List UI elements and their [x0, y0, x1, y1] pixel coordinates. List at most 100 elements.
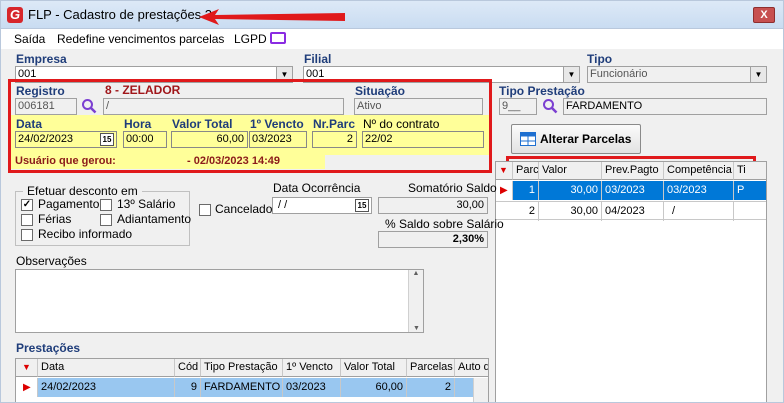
- column-header[interactable]: Valor Total: [341, 359, 407, 377]
- adiantamento-label: Adiantamento: [117, 212, 192, 226]
- situacao-label: Situação: [355, 84, 406, 98]
- filial-select[interactable]: 001 ▼: [303, 66, 580, 83]
- somatorio-value: 30,00: [378, 197, 488, 214]
- menu-saida[interactable]: Saída: [14, 32, 45, 46]
- menu-lgpd[interactable]: LGPD: [234, 32, 267, 46]
- window-title: FLP - Cadastro de prestações 2: [28, 7, 213, 22]
- cell-tipo[interactable]: P: [734, 181, 766, 200]
- tipo-select[interactable]: Funcionário ▼: [587, 66, 767, 83]
- column-header[interactable]: Ti: [734, 162, 766, 180]
- cell-valor[interactable]: 30,00: [539, 202, 602, 221]
- chevron-down-icon[interactable]: ▼: [276, 67, 292, 82]
- column-header[interactable]: Competência: [664, 162, 734, 180]
- sort-indicator-icon: ▼: [496, 162, 513, 180]
- column-header[interactable]: Valor: [539, 162, 602, 180]
- cell-valor[interactable]: 30,00: [539, 181, 602, 200]
- column-header[interactable]: Tipo Prestação: [201, 359, 283, 377]
- cell-tipo[interactable]: [734, 202, 766, 221]
- table-row[interactable]: 2 30,00 04/2023 /: [496, 201, 766, 221]
- tipo-prestacao-code[interactable]: 9__: [499, 98, 537, 115]
- registro-input[interactable]: 006181: [15, 98, 77, 115]
- calendar-icon[interactable]: 15: [100, 133, 114, 146]
- cancelado-label: Cancelado: [215, 202, 273, 216]
- cell-prev-pagto[interactable]: 03/2023: [602, 181, 664, 200]
- cell-parcelas[interactable]: 2: [407, 378, 455, 397]
- adiantamento-checkbox[interactable]: [100, 214, 112, 226]
- valor-total-label: Valor Total: [172, 117, 233, 131]
- pct-saldo-value: 2,30%: [378, 231, 488, 248]
- tipo-label: Tipo: [587, 52, 613, 66]
- data-ocorrencia-input[interactable]: / / 15: [272, 197, 372, 214]
- column-header[interactable]: Prev.Pagto: [602, 162, 664, 180]
- menu-bar: Saída Redefine vencimentos parcelas LGPD: [1, 29, 783, 49]
- table-row[interactable]: ▶ 24/02/2023 9 FARDAMENTO 03/2023 60,00 …: [16, 378, 488, 397]
- primeiro-vencto-input[interactable]: 03/2023: [249, 131, 307, 148]
- cell-tipo-prestacao[interactable]: FARDAMENTO: [201, 378, 283, 397]
- pagamento-checkbox[interactable]: ✓: [21, 199, 33, 211]
- cancelado-checkbox[interactable]: [199, 204, 211, 216]
- monitor-icon[interactable]: [270, 32, 286, 44]
- cell-parc[interactable]: 2: [513, 202, 539, 221]
- decimo-terceiro-label: 13º Salário: [117, 197, 176, 211]
- row-pointer-icon: ▶: [16, 378, 38, 397]
- alterar-parcelas-button[interactable]: Alterar Parcelas: [511, 124, 641, 154]
- registro-name: 8 - ZELADOR: [105, 83, 181, 97]
- ferias-checkbox[interactable]: [21, 214, 33, 226]
- observacoes-textarea[interactable]: ▲ ▼: [15, 269, 424, 333]
- data-label: Data: [16, 117, 43, 131]
- column-header[interactable]: Cód: [175, 359, 201, 377]
- column-header[interactable]: Parcelas: [407, 359, 455, 377]
- cell-prev-pagto[interactable]: 04/2023: [602, 202, 664, 221]
- chevron-down-icon[interactable]: ▼: [750, 67, 766, 82]
- tipo-prestacao-field: FARDAMENTO: [563, 98, 767, 115]
- recibo-label: Recibo informado: [38, 227, 133, 241]
- empresa-label: Empresa: [16, 52, 67, 66]
- cell-competencia[interactable]: 03/2023: [664, 181, 734, 200]
- nr-parc-input[interactable]: 2: [312, 131, 357, 148]
- somatorio-label: Somatório Saldo: [408, 181, 497, 195]
- alterar-parcelas-label: Alterar Parcelas: [540, 132, 632, 146]
- chevron-down-icon[interactable]: ▼: [563, 67, 579, 82]
- column-header[interactable]: Parc: [513, 162, 539, 180]
- registro-label: Registro: [16, 84, 65, 98]
- contrato-label: Nº do contrato: [363, 117, 440, 131]
- column-header[interactable]: Auto d: [455, 359, 488, 377]
- empresa-select[interactable]: 001 ▼: [15, 66, 293, 83]
- column-header[interactable]: Data: [38, 359, 175, 377]
- hora-label: Hora: [124, 117, 152, 131]
- situacao-field: Ativo: [354, 98, 483, 115]
- pagamento-label: Pagamento: [38, 197, 100, 211]
- column-header[interactable]: 1º Vencto: [283, 359, 341, 377]
- nr-parc-label: Nr.Parc: [313, 117, 356, 131]
- cell-parc[interactable]: 1: [513, 181, 539, 200]
- close-button[interactable]: X: [753, 7, 775, 23]
- row-pointer-icon: ▶: [496, 181, 513, 200]
- scrollbar[interactable]: [473, 378, 488, 402]
- registro-name-field[interactable]: /: [103, 98, 344, 115]
- filial-label: Filial: [304, 52, 332, 66]
- search-icon[interactable]: [542, 98, 558, 114]
- cell-cod[interactable]: 9: [175, 378, 201, 397]
- data-input[interactable]: 24/02/2023 15: [15, 131, 117, 148]
- cell-competencia[interactable]: /: [664, 202, 734, 221]
- menu-redefine-vencimentos[interactable]: Redefine vencimentos parcelas: [57, 32, 224, 46]
- prestacoes-label: Prestações: [16, 341, 81, 355]
- recibo-checkbox[interactable]: [21, 229, 33, 241]
- cell-auto[interactable]: [455, 378, 475, 397]
- cell-data[interactable]: 24/02/2023: [38, 378, 175, 397]
- scrollbar[interactable]: ▲ ▼: [408, 270, 423, 332]
- calendar-icon[interactable]: 15: [355, 199, 369, 212]
- parcelas-grid: ▼ Parc Valor Prev.Pagto Competência Ti ▶…: [495, 161, 767, 402]
- valor-total-input[interactable]: 60,00: [171, 131, 248, 148]
- table-row[interactable]: ▶ 1 30,00 03/2023 03/2023 P: [496, 181, 766, 200]
- hora-input[interactable]: 00:00: [123, 131, 167, 148]
- cell-vencto[interactable]: 03/2023: [283, 378, 341, 397]
- app-logo-icon: G: [7, 7, 23, 23]
- cell-valor-total[interactable]: 60,00: [341, 378, 407, 397]
- contrato-input[interactable]: 22/02: [362, 131, 484, 148]
- chevron-up-icon[interactable]: ▲: [409, 270, 423, 277]
- primeiro-vencto-label: 1º Vencto: [250, 117, 304, 131]
- search-icon[interactable]: [81, 98, 97, 114]
- decimo-terceiro-checkbox[interactable]: [100, 199, 112, 211]
- chevron-down-icon[interactable]: ▼: [409, 325, 424, 332]
